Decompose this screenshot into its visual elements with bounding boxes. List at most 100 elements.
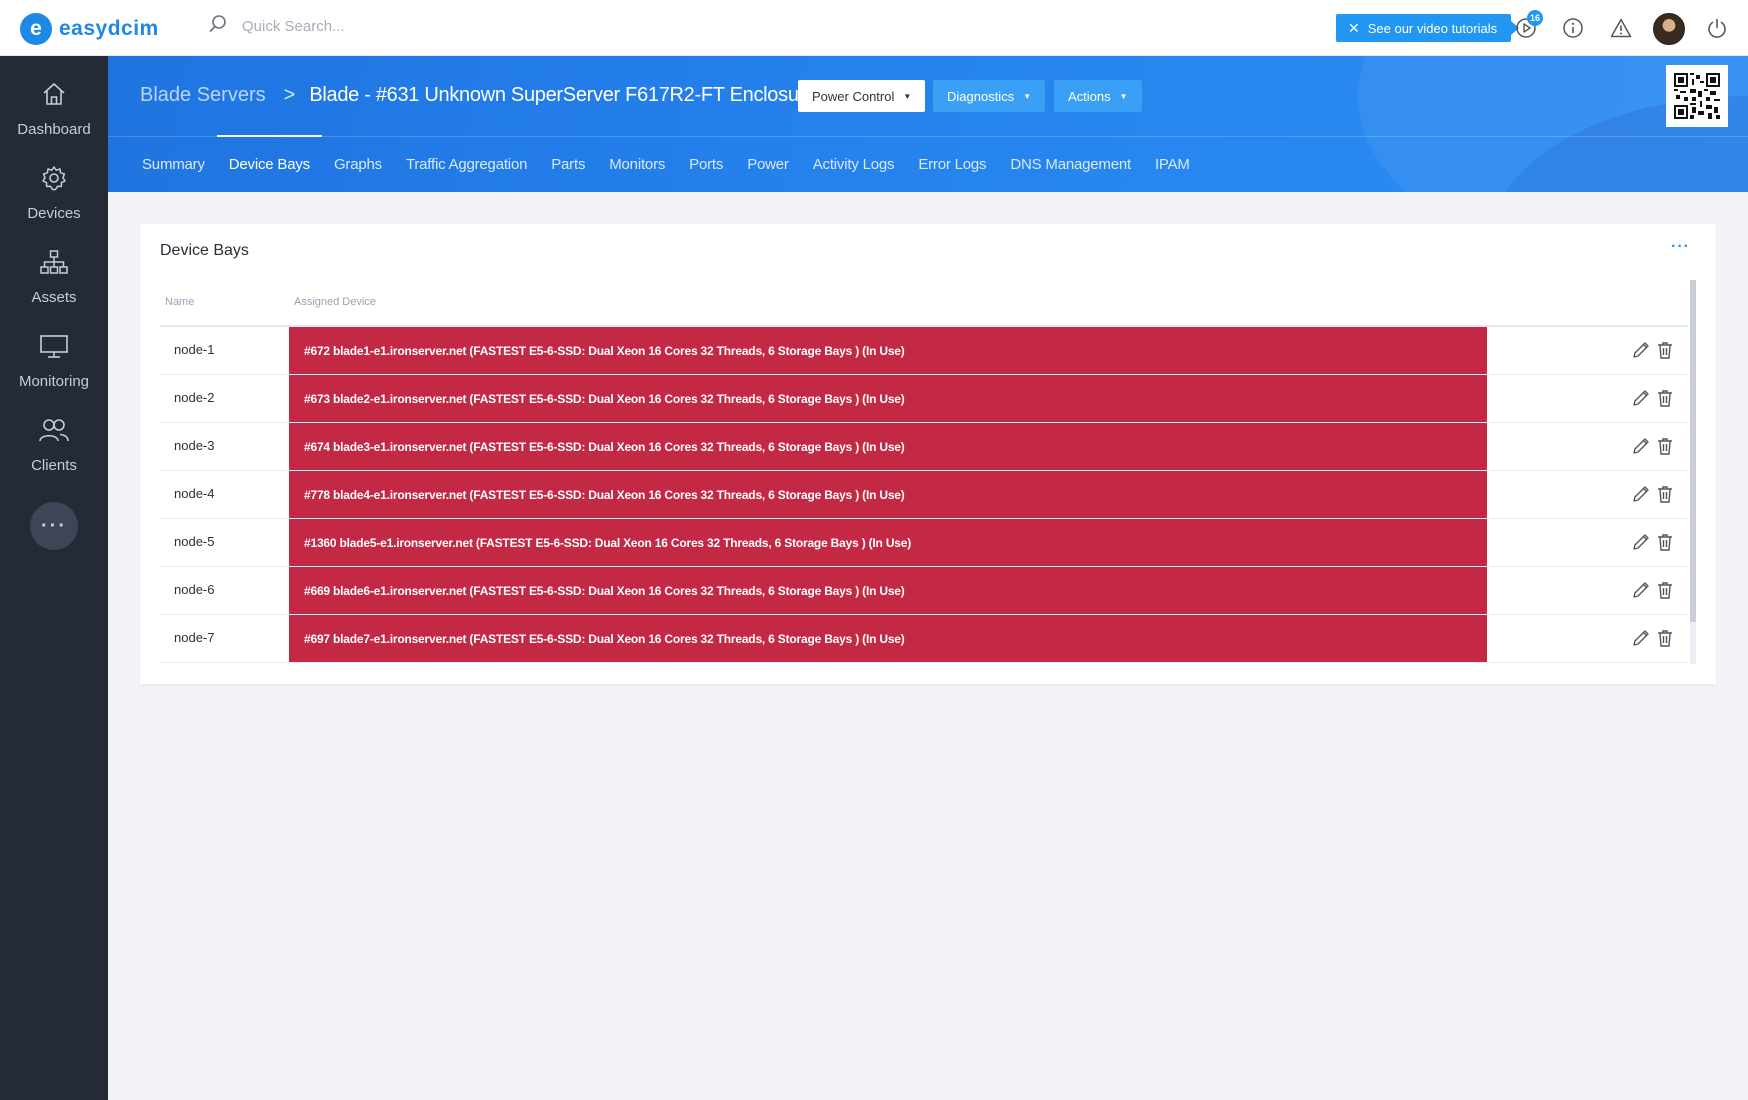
pencil-icon[interactable] — [1630, 435, 1652, 457]
power-control-label: Power Control — [812, 88, 895, 104]
table-row: node-6 #669 blade6-e1.ironserver.net (FA… — [160, 567, 1688, 615]
sitemap-icon — [39, 248, 69, 281]
sidebar-item-devices[interactable]: Devices — [0, 164, 108, 242]
page-header: Blade Servers > Blade - #631 Unknown Sup… — [108, 56, 1748, 192]
table-row: node-3 #674 blade3-e1.ironserver.net (FA… — [160, 423, 1688, 471]
quick-search — [208, 14, 502, 39]
sidebar-item-dashboard[interactable]: Dashboard — [0, 80, 108, 158]
tab-traffic-aggregation[interactable]: Traffic Aggregation — [394, 137, 539, 192]
pencil-icon[interactable] — [1630, 387, 1652, 409]
pencil-icon[interactable] — [1630, 627, 1652, 649]
assigned-device-link[interactable]: #778 blade4-e1.ironserver.net (FASTEST E… — [289, 471, 1487, 518]
breadcrumb-separator: > — [283, 84, 296, 106]
column-header-name[interactable]: Name — [165, 296, 194, 308]
breadcrumb-blade-servers[interactable]: Blade Servers — [140, 84, 266, 107]
sidebar-item-clients[interactable]: Clients — [0, 416, 108, 494]
sidebar-item-label: Dashboard — [17, 121, 91, 138]
assigned-device-link[interactable]: #1360 blade5-e1.ironserver.net (FASTEST … — [289, 519, 1487, 566]
tab-graphs[interactable]: Graphs — [322, 137, 394, 192]
table-row: node-4 #778 blade4-e1.ironserver.net (FA… — [160, 471, 1688, 519]
trash-icon[interactable] — [1654, 387, 1676, 409]
logo-text: easydcim — [59, 17, 159, 40]
home-icon — [40, 80, 68, 113]
tab-monitors[interactable]: Monitors — [597, 137, 677, 192]
bay-name: node-1 — [174, 342, 215, 357]
warning-icon[interactable] — [1608, 15, 1634, 41]
tab-device-bays[interactable]: Device Bays — [216, 135, 323, 192]
scrollbar-thumb[interactable] — [1690, 280, 1696, 622]
trash-icon[interactable] — [1654, 339, 1676, 361]
logo-mark: e — [20, 13, 52, 45]
actions-button[interactable]: Actions ▼ — [1054, 80, 1142, 112]
users-icon — [38, 416, 70, 449]
search-input[interactable] — [242, 18, 502, 35]
assigned-device-link[interactable]: #673 blade2-e1.ironserver.net (FASTEST E… — [289, 375, 1487, 422]
video-tutorials-label: See our video tutorials — [1367, 20, 1498, 36]
diagnostics-label: Diagnostics — [947, 88, 1015, 104]
logo[interactable]: e easydcim — [20, 13, 159, 45]
qr-code[interactable] — [1666, 65, 1728, 127]
sidebar: Dashboard Devices Assets Monitoring Clie… — [0, 56, 108, 1100]
sidebar-item-label: Assets — [31, 289, 77, 306]
assigned-device-link[interactable]: #669 blade6-e1.ironserver.net (FASTEST E… — [289, 567, 1487, 614]
power-icon[interactable] — [1704, 15, 1730, 41]
actions-label: Actions — [1068, 88, 1111, 104]
tab-parts[interactable]: Parts — [539, 137, 597, 192]
sidebar-item-label: Clients — [31, 457, 77, 474]
bay-name: node-5 — [174, 534, 215, 549]
close-icon[interactable]: ✕ — [1348, 20, 1360, 37]
bay-name: node-3 — [174, 438, 215, 453]
diagnostics-button[interactable]: Diagnostics ▼ — [933, 80, 1046, 112]
pencil-icon[interactable] — [1630, 339, 1652, 361]
pencil-icon[interactable] — [1630, 483, 1652, 505]
video-tutorials-button[interactable]: ✕ See our video tutorials — [1336, 14, 1520, 42]
trash-icon[interactable] — [1654, 627, 1676, 649]
card-menu-button[interactable]: ··· — [1671, 238, 1690, 256]
sidebar-item-label: Devices — [27, 205, 81, 222]
sidebar-item-label: Monitoring — [18, 373, 90, 390]
assigned-device-link[interactable]: #697 blade7-e1.ironserver.net (FASTEST E… — [289, 615, 1487, 662]
trash-icon[interactable] — [1654, 483, 1676, 505]
tab-activity-logs[interactable]: Activity Logs — [801, 137, 907, 192]
bay-name: node-4 — [174, 486, 215, 501]
device-bays-card: Device Bays ··· Name Assigned Device nod… — [140, 224, 1716, 684]
assigned-device-link[interactable]: #672 blade1-e1.ironserver.net (FASTEST E… — [289, 327, 1487, 374]
power-control-button[interactable]: Power Control ▼ — [798, 80, 926, 112]
pencil-icon[interactable] — [1630, 579, 1652, 601]
gear-icon — [40, 164, 68, 197]
page-title: Blade - #631 Unknown SuperServer F617R2-… — [309, 84, 816, 106]
avatar[interactable] — [1653, 13, 1685, 45]
bay-name: node-7 — [174, 630, 215, 645]
sidebar-item-monitoring[interactable]: Monitoring — [0, 332, 108, 410]
tab-ports[interactable]: Ports — [677, 137, 735, 192]
info-icon[interactable] — [1560, 15, 1586, 41]
table-row: node-2 #673 blade2-e1.ironserver.net (FA… — [160, 375, 1688, 423]
trash-icon[interactable] — [1654, 435, 1676, 457]
tab-summary[interactable]: Summary — [130, 137, 217, 192]
chevron-down-icon: ▼ — [1119, 91, 1128, 101]
monitor-icon — [39, 332, 69, 365]
trash-icon[interactable] — [1654, 579, 1676, 601]
play-circle-icon[interactable]: 16 — [1513, 10, 1543, 41]
tab-dns-management[interactable]: DNS Management — [998, 137, 1143, 192]
breadcrumb: Blade Servers > Blade - #631 Unknown Sup… — [140, 84, 816, 107]
tab-error-logs[interactable]: Error Logs — [906, 137, 998, 192]
table-row: node-5 #1360 blade5-e1.ironserver.net (F… — [160, 519, 1688, 567]
sidebar-item-assets[interactable]: Assets — [0, 248, 108, 326]
tab-bar: Summary Device Bays Graphs Traffic Aggre… — [130, 135, 1202, 192]
table-row: node-1 #672 blade1-e1.ironserver.net (FA… — [160, 327, 1688, 375]
column-header-assigned-device[interactable]: Assigned Device — [294, 296, 376, 308]
trash-icon[interactable] — [1654, 531, 1676, 553]
notification-badge: 16 — [1527, 10, 1543, 26]
pencil-icon[interactable] — [1630, 531, 1652, 553]
tab-power[interactable]: Power — [735, 137, 801, 192]
search-icon[interactable] — [208, 14, 228, 39]
bay-name: node-6 — [174, 582, 215, 597]
chevron-down-icon: ▼ — [1023, 91, 1032, 101]
top-bar: e easydcim ✕ See our video tutorials 16 — [0, 0, 1748, 56]
table-row: node-7 #697 blade7-e1.ironserver.net (FA… — [160, 615, 1688, 663]
more-button[interactable]: ··· — [30, 502, 78, 550]
assigned-device-link[interactable]: #674 blade3-e1.ironserver.net (FASTEST E… — [289, 423, 1487, 470]
chevron-down-icon: ▼ — [903, 91, 912, 101]
tab-ipam[interactable]: IPAM — [1143, 137, 1202, 192]
